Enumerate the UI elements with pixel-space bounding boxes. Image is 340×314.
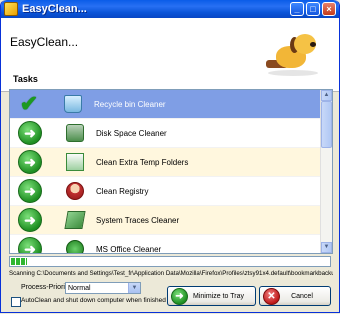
task-row-system-traces[interactable]: ➜ System Traces Cleaner bbox=[10, 206, 321, 235]
cancel-button[interactable]: ✕ Cancel bbox=[259, 286, 331, 306]
office-icon bbox=[66, 240, 84, 253]
tasks-label: Tasks bbox=[13, 74, 38, 84]
arrow-right-icon: ➜ bbox=[18, 121, 42, 145]
task-rows: ✔ Recycle bin Cleaner ➜ Disk Space Clean… bbox=[10, 90, 321, 254]
task-label: MS Office Cleaner bbox=[96, 244, 162, 254]
arrow-right-icon: ➜ bbox=[171, 287, 188, 305]
task-row-recycle-bin[interactable]: ✔ Recycle bin Cleaner bbox=[10, 90, 321, 119]
task-row-registry[interactable]: ➜ Clean Registry bbox=[10, 177, 321, 206]
task-row-ms-office[interactable]: ➜ MS Office Cleaner bbox=[10, 235, 321, 254]
auto-shutdown-checkbox[interactable] bbox=[11, 297, 21, 307]
minimize-to-tray-button[interactable]: ➜ Minimize to Tray bbox=[167, 286, 256, 306]
app-icon bbox=[4, 2, 18, 16]
arrow-right-icon: ➜ bbox=[18, 179, 42, 203]
task-label: Disk Space Cleaner bbox=[96, 128, 167, 138]
maximize-window-button[interactable]: □ bbox=[306, 2, 320, 16]
recycle-bin-icon bbox=[64, 95, 82, 113]
scroll-up-icon[interactable]: ▲ bbox=[321, 90, 332, 101]
chevron-down-icon[interactable]: ▼ bbox=[128, 283, 140, 293]
close-icon: ✕ bbox=[263, 287, 280, 305]
minimize-window-button[interactable]: _ bbox=[290, 2, 304, 16]
task-list[interactable]: ✔ Recycle bin Cleaner ➜ Disk Space Clean… bbox=[9, 89, 333, 254]
cancel-label: Cancel bbox=[291, 292, 313, 300]
header-banner: EasyClean... bbox=[1, 18, 339, 92]
scroll-down-icon[interactable]: ▼ bbox=[321, 242, 332, 253]
window-title: EasyClean... bbox=[22, 3, 87, 15]
check-icon: ✔ bbox=[19, 91, 39, 116]
progress-fill bbox=[11, 258, 27, 265]
registry-icon bbox=[66, 182, 84, 200]
task-row-temp-folders[interactable]: ➜ Clean Extra Temp Folders bbox=[10, 148, 321, 177]
task-row-disk-space[interactable]: ➜ Disk Space Cleaner bbox=[10, 119, 321, 148]
dog-mascot-icon bbox=[252, 24, 330, 82]
arrow-right-icon: ➜ bbox=[18, 208, 42, 232]
arrow-right-icon: ➜ bbox=[18, 237, 42, 253]
task-label: Clean Registry bbox=[96, 186, 149, 196]
progress-bar bbox=[9, 256, 331, 267]
task-label: Clean Extra Temp Folders bbox=[96, 157, 189, 167]
arrow-right-icon: ➜ bbox=[18, 150, 42, 174]
page-title: EasyClean... bbox=[10, 35, 79, 49]
task-label: Recycle bin Cleaner bbox=[94, 99, 166, 109]
task-label: System Traces Cleaner bbox=[96, 215, 180, 225]
title-bar[interactable]: EasyClean... _ □ × bbox=[1, 0, 339, 18]
minimize-to-tray-label: Minimize to Tray bbox=[193, 292, 244, 300]
disk-icon bbox=[66, 124, 84, 142]
task-list-scrollbar[interactable]: ▲ ▼ bbox=[320, 90, 332, 253]
scan-status-text: Scanning C:\Documents and Settings\Test_… bbox=[9, 270, 333, 277]
auto-shutdown-label: AutoClean and shut down computer when fi… bbox=[21, 297, 166, 304]
close-window-button[interactable]: × bbox=[322, 2, 336, 16]
folders-icon bbox=[66, 153, 84, 171]
priority-select[interactable]: Normal ▼ bbox=[65, 282, 141, 294]
traces-icon bbox=[64, 211, 86, 229]
priority-value: Normal bbox=[68, 284, 91, 292]
scroll-thumb[interactable] bbox=[321, 101, 332, 148]
easyclean-window: EasyClean... _ □ × EasyClean... Tasks ✔ … bbox=[0, 0, 340, 313]
